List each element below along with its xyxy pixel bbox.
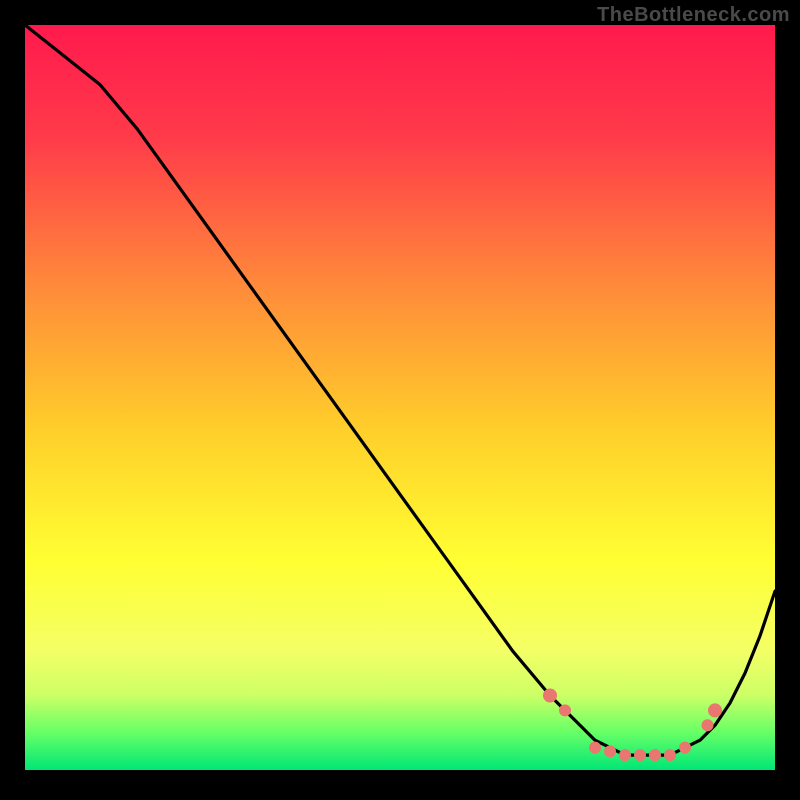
plot-background: [25, 25, 775, 770]
chart-svg: [0, 0, 800, 800]
watermark-text: TheBottleneck.com: [597, 4, 790, 27]
marker-dot: [604, 745, 616, 757]
marker-dot: [664, 749, 676, 761]
marker-dot: [543, 689, 557, 703]
marker-dot: [708, 703, 722, 717]
marker-dot: [559, 704, 571, 716]
chart-stage: TheBottleneck.com: [0, 0, 800, 800]
marker-dot: [649, 749, 661, 761]
marker-dot: [702, 719, 714, 731]
marker-dot: [589, 742, 601, 754]
marker-dot: [634, 749, 646, 761]
marker-dot: [619, 749, 631, 761]
marker-dot: [679, 742, 691, 754]
